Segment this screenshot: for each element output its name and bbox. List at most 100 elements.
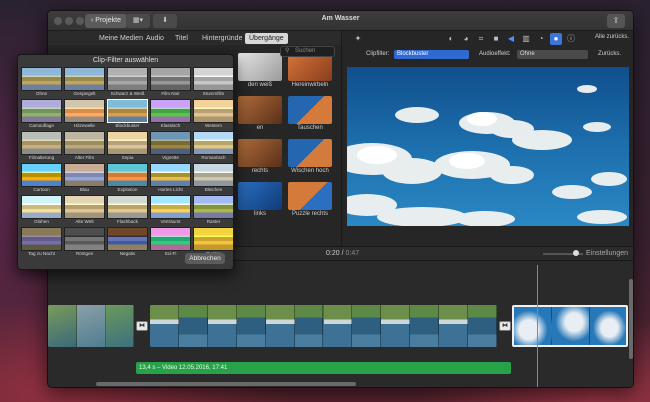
transition-label: en [256,125,264,131]
filter-name: Klassisch [160,123,181,128]
filter-option[interactable]: Bleichen [193,163,234,194]
cancel-button[interactable]: Abbrechen [185,253,225,264]
filter-option[interactable]: Stummfilm [193,67,234,98]
video-clip-sky-selected[interactable] [512,305,628,347]
tab-titles[interactable]: Titel [171,33,192,44]
transition-icon[interactable]: ⧓ [499,321,511,331]
transition-label: links [253,211,266,217]
info-icon[interactable]: ⓘ [565,33,577,45]
filter-option[interactable]: Cartoon [21,163,62,194]
horizontal-scrollbar[interactable] [96,382,356,386]
filter-name: Bleichen [204,187,223,192]
filter-option[interactable]: Film Noir [150,67,191,98]
filter-option[interactable]: Explosion [107,163,148,194]
tab-transitions[interactable]: Übergänge [245,33,288,44]
filter-option[interactable]: Filmalterung [21,131,62,162]
transition-thumbnail[interactable] [238,53,282,81]
filter-option[interactable]: Blockbuster [107,99,148,130]
audio-clip[interactable]: 13,4 s – Video 12.05.2016, 17:41 [136,362,511,374]
filter-option[interactable]: Schwarz & Weiß [107,67,148,98]
filter-thumbnail [150,67,191,91]
magic-wand-icon[interactable]: ✦ [352,33,364,45]
video-clip-1[interactable] [48,305,134,347]
filter-option[interactable]: Romantisch [193,131,234,162]
filter-option[interactable]: Hartes Licht [150,163,191,194]
share-icon[interactable]: ⇪ [607,14,625,28]
filter-thumbnail [21,131,62,155]
total-duration: 0:47 [345,250,360,257]
filter-option[interactable]: Alte Welt [64,195,105,226]
filter-option[interactable]: Vignette [150,131,191,162]
dialog-title: Clip-Filter auswählen [92,57,159,64]
settings-button[interactable]: Einstellungen [586,250,628,257]
filter-thumbnail [193,67,234,91]
playhead[interactable] [537,265,538,387]
crop-icon[interactable]: ⌗ [475,33,487,45]
filter-option[interactable]: Tag zu Nacht [21,227,62,258]
filter-option[interactable]: Alter Film [64,131,105,162]
filter-thumbnail [64,67,105,91]
zoom-slider-knob[interactable] [573,250,579,256]
filter-option[interactable]: Ohne [21,67,62,98]
clip-filter-label: Clipfilter: [366,51,390,57]
volume-icon[interactable]: ◀ [505,33,517,45]
speed-icon[interactable]: ◔ [535,33,547,45]
reset-button[interactable]: Zurücks. [598,51,621,57]
filter-option[interactable]: Verträumt [150,195,191,226]
filter-option[interactable]: Western [193,99,234,130]
filter-thumbnail [107,67,148,91]
noise-reduction-icon[interactable]: ▥ [520,33,532,45]
filter-option[interactable]: Glühen [21,195,62,226]
transition-thumbnail[interactable] [238,139,282,167]
tab-backgrounds[interactable]: Hintergründe [198,33,246,44]
filter-option[interactable]: Raster [193,195,234,226]
filter-option[interactable]: Gespiegelt [64,67,105,98]
video-frame [178,305,208,347]
filter-option[interactable]: Hitzewelle [64,99,105,130]
filter-option[interactable]: Negativ [107,227,148,258]
filter-option[interactable]: Klassisch [150,99,191,130]
filter-option[interactable]: Flashback [107,195,148,226]
filter-thumbnail [64,163,105,187]
vertical-scrollbar[interactable] [629,279,633,359]
filter-thumbnail [193,195,234,219]
filter-option[interactable]: Blau [64,163,105,194]
transition-thumbnail[interactable] [288,139,332,167]
tab-audio[interactable]: Audio [142,33,168,44]
color-balance-icon[interactable]: ◐ [445,33,457,45]
clip-filter-field[interactable]: Blockbuster [394,50,469,59]
video-frame [410,305,440,347]
transition-thumbnail[interactable] [238,96,282,124]
filter-name: Ohne [35,91,48,96]
video-frame [468,305,497,347]
color-correction-icon[interactable]: ◕ [460,33,472,45]
transition-thumbnail[interactable] [288,182,332,210]
clip-filter-icon[interactable]: ● [550,33,562,45]
filter-thumbnail [107,163,148,187]
clip-filter-dialog: Clip-Filter auswählen Ohne Gespiegelt Schw… [17,54,234,270]
filter-option[interactable]: Sepia [107,131,148,162]
filter-option[interactable]: Röntgen [64,227,105,258]
browser-tabs: Meine Medien Audio Titel Hintergründe Üb… [48,31,341,45]
stabilization-icon[interactable]: ■ [490,33,502,45]
video-frame [439,305,469,347]
filter-option[interactable]: Camouflage [21,99,62,130]
browser-search-input[interactable]: ⚲ Suchen [280,46,335,57]
transition-thumbnail[interactable] [288,96,332,124]
transition-thumbnail[interactable] [238,182,282,210]
tab-my-media[interactable]: Meine Medien [95,33,147,44]
transition-label: den weiß [247,82,273,88]
window-title: Am Wasser [321,15,360,22]
video-preview[interactable] [347,67,629,226]
titlebar: ‹ Projekte ▦▾ ⬇ Am Wasser ⇪ [48,11,633,31]
audio-effect-field[interactable]: Ohne [517,50,588,59]
video-clip-2[interactable] [150,305,497,347]
filter-name: Western [204,123,223,128]
transition-icon[interactable]: ⧓ [136,321,148,331]
reset-all-button[interactable]: Alle zurücks. [595,34,629,40]
filter-thumbnail [64,99,105,123]
viewer-panel: ✦ ◐ ◕ ⌗ ■ ◀ ▥ ◔ ● ⓘ Alle zurücks. Clipfi… [341,31,633,246]
filter-thumbnail [107,99,148,123]
transition-thumbnail[interactable] [288,53,332,81]
transition-label: Tauschen [297,125,323,131]
